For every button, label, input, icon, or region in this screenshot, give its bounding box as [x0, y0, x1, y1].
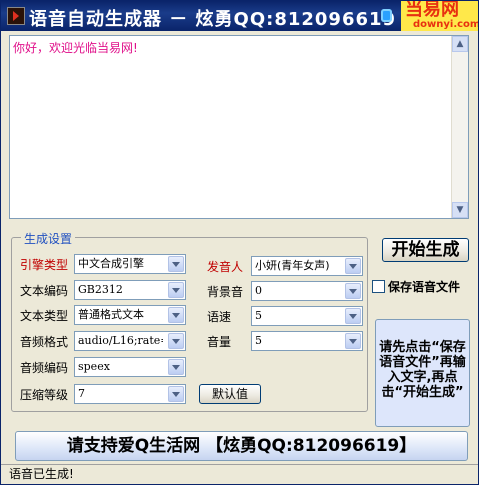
chevron-down-icon[interactable]	[345, 333, 361, 349]
instruction-box: 请先点击“保存语音文件”再输入文字,再点击“开始生成”	[375, 319, 470, 427]
speed-select-value: 5	[255, 309, 262, 322]
chevron-down-icon[interactable]	[168, 386, 184, 402]
encoding-label: 文本编码	[20, 284, 69, 298]
speed-label: 语速	[207, 310, 232, 324]
title-bar[interactable]: 语音自动生成器 － 炫勇QQ:812096619 当易网 downyi.com	[1, 1, 478, 31]
chevron-down-icon[interactable]	[168, 282, 184, 298]
speaker-label: 发音人	[207, 260, 244, 274]
audio-codec-select[interactable]: speex	[74, 357, 186, 377]
chevron-down-icon[interactable]	[345, 258, 361, 274]
vertical-scrollbar[interactable]: ▲ ▼	[451, 36, 468, 218]
text-input-value: 你好，欢迎光临当易网!	[13, 41, 138, 55]
audio-format-select-value: audio/L16;rate=	[78, 334, 163, 347]
engine-select[interactable]: 中文合成引擎	[74, 254, 186, 274]
compression-select[interactable]: 7	[74, 384, 186, 404]
engine-select-value: 中文合成引擎	[78, 257, 144, 270]
speaker-select-value: 小妍(青年女声)	[255, 259, 330, 272]
encoding-select-value: GB2312	[78, 283, 123, 296]
chevron-down-icon[interactable]	[168, 333, 184, 349]
default-values-button[interactable]: 默认值	[199, 384, 261, 404]
brand-logo: 当易网 downyi.com	[401, 1, 478, 31]
gem-icon	[381, 9, 392, 22]
volume-label: 音量	[207, 335, 232, 349]
engine-label: 引擎类型	[20, 258, 69, 272]
brand-domain: downyi.com	[413, 19, 479, 30]
audio-format-label: 音频格式	[20, 335, 69, 349]
brand-name: 当易网	[405, 0, 459, 20]
instruction-text: 请先点击“保存语音文件”再输入文字,再点击“开始生成”	[379, 340, 466, 400]
chevron-down-icon[interactable]	[168, 359, 184, 375]
bg-sound-select[interactable]: 0	[251, 281, 363, 301]
audio-format-select[interactable]: audio/L16;rate=	[74, 331, 186, 351]
chevron-down-icon[interactable]	[345, 283, 361, 299]
save-audio-checkbox-label[interactable]: 保存语音文件	[388, 278, 460, 295]
window-title: 语音自动生成器 － 炫勇QQ:812096619	[29, 9, 397, 30]
bg-sound-select-value: 0	[255, 284, 262, 297]
compression-label: 压缩等级	[20, 388, 69, 402]
scroll-up-icon[interactable]: ▲	[452, 36, 468, 52]
speed-select[interactable]: 5	[251, 306, 363, 326]
support-banner-button[interactable]: 请支持爱Q生活网 【炫勇QQ:812096619】	[15, 431, 468, 461]
encoding-select[interactable]: GB2312	[74, 280, 186, 300]
volume-select-value: 5	[255, 334, 262, 347]
settings-group-title: 生成设置	[21, 230, 76, 247]
text-type-select[interactable]: 普通格式文本	[74, 305, 186, 325]
chevron-down-icon[interactable]	[168, 256, 184, 272]
chevron-down-icon[interactable]	[345, 308, 361, 324]
compression-select-value: 7	[78, 387, 85, 400]
save-audio-checkbox[interactable]	[372, 280, 385, 293]
volume-select[interactable]: 5	[251, 331, 363, 351]
audio-codec-label: 音频编码	[20, 361, 69, 375]
chevron-down-icon[interactable]	[168, 307, 184, 323]
text-type-select-value: 普通格式文本	[78, 308, 144, 321]
start-generate-button[interactable]: 开始生成	[382, 238, 469, 262]
status-text: 语音已生成!	[9, 467, 74, 481]
scroll-down-icon[interactable]: ▼	[452, 202, 468, 218]
text-type-label: 文本类型	[20, 309, 69, 323]
speaker-select[interactable]: 小妍(青年女声)	[251, 256, 363, 276]
status-bar: 语音已生成!	[1, 464, 478, 484]
bg-sound-label: 背景音	[207, 285, 244, 299]
app-window: 语音自动生成器 － 炫勇QQ:812096619 当易网 downyi.com …	[0, 0, 479, 485]
text-input-area[interactable]: 你好，欢迎光临当易网! ▲ ▼	[9, 35, 469, 219]
app-icon	[7, 7, 25, 25]
audio-codec-select-value: speex	[78, 360, 110, 373]
